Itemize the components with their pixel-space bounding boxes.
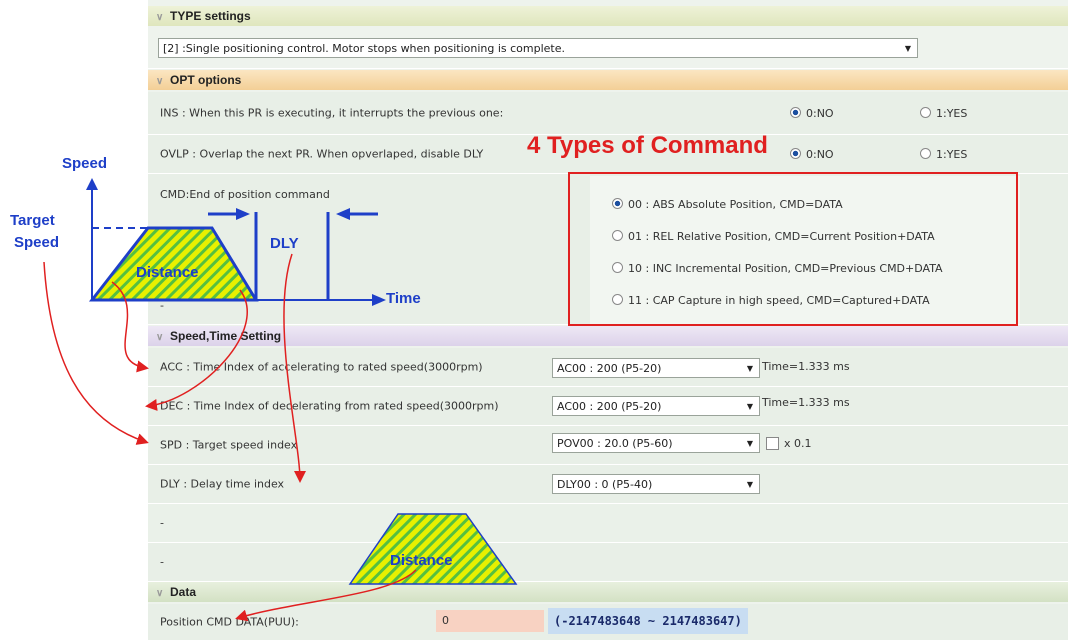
chevron-down-icon: ▼ xyxy=(746,439,753,448)
chevron-down-icon: ▼ xyxy=(746,364,753,373)
dly-select[interactable]: DLY00 : 0 (P5-40) ▼ xyxy=(552,474,760,494)
radio-selected-icon xyxy=(790,107,801,118)
type-select-value: [2] :Single positioning control. Motor s… xyxy=(163,42,566,55)
ovlp-radio-no[interactable]: 0:NO xyxy=(790,148,834,161)
collapse-chevron-icon: ∨ xyxy=(156,588,164,599)
empty-row-2: - xyxy=(148,543,1068,582)
time-axis-label: Time xyxy=(386,290,421,307)
spd-scale-checkbox[interactable] xyxy=(766,437,779,450)
opt-options-header[interactable]: ∨ OPT options xyxy=(148,70,1068,90)
radio-icon xyxy=(920,148,931,159)
empty-row-1: - xyxy=(148,504,1068,543)
cmd-dash: - xyxy=(160,299,164,312)
dec-select[interactable]: AC00 : 200 (P5-20) ▼ xyxy=(552,396,760,416)
dly-label: DLY : Delay time index xyxy=(160,477,285,491)
distance-label-2: Distance xyxy=(390,552,453,569)
opt-options-title: OPT options xyxy=(170,73,242,87)
dly-label-annotation: DLY xyxy=(270,235,299,252)
dec-label: DEC : Time Index of decelerating from ra… xyxy=(160,399,499,413)
collapse-chevron-icon: ∨ xyxy=(156,332,164,343)
radio-selected-icon xyxy=(790,148,801,159)
type-settings-title: TYPE settings xyxy=(170,9,251,23)
target-speed-label-1: Target xyxy=(10,212,55,229)
type-select[interactable]: [2] :Single positioning control. Motor s… xyxy=(158,38,918,58)
ovlp-label: OVLP : Overlap the next PR. When opverla… xyxy=(160,147,484,161)
chevron-down-icon: ▼ xyxy=(746,402,753,411)
ovlp-radio-yes[interactable]: 1:YES xyxy=(920,148,967,161)
position-range: (-2147483648 ~ 2147483647) xyxy=(548,608,748,634)
spd-select[interactable]: POV00 : 20.0 (P5-60) ▼ xyxy=(552,433,760,453)
arrow-to-spd xyxy=(43,261,149,445)
data-title: Data xyxy=(170,585,197,599)
collapse-chevron-icon: ∨ xyxy=(156,76,164,87)
arrow-to-acc xyxy=(111,281,149,373)
cmd-label: CMD:End of position command xyxy=(160,188,330,201)
acc-label: ACC : Time Index of accelerating to rate… xyxy=(160,360,483,374)
ins-radio-no[interactable]: 0:NO xyxy=(790,107,834,120)
spd-label: SPD : Target speed index xyxy=(160,438,298,452)
position-input[interactable]: 0 xyxy=(436,610,544,632)
target-speed-label-2: Speed xyxy=(14,234,60,251)
dec-time-note: Time=1.333 ms xyxy=(762,396,850,409)
cmd-highlight-box xyxy=(568,172,1018,326)
acc-time-note: Time=1.333 ms xyxy=(762,360,850,373)
collapse-chevron-icon: ∨ xyxy=(156,12,164,23)
distance-label: Distance xyxy=(136,264,199,281)
ins-label: INS : When this PR is executing, it inte… xyxy=(160,106,504,120)
speed-time-title: Speed,Time Setting xyxy=(170,329,282,343)
data-header[interactable]: ∨ Data xyxy=(148,582,1068,602)
radio-icon xyxy=(920,107,931,118)
acc-select[interactable]: AC00 : 200 (P5-20) ▼ xyxy=(552,358,760,378)
chevron-down-icon: ▼ xyxy=(904,44,911,53)
spd-scale-label: x 0.1 xyxy=(784,437,812,450)
position-label: Position CMD DATA(PUU): xyxy=(160,615,299,629)
type-settings-row: [2] :Single positioning control. Motor s… xyxy=(148,28,1068,69)
chevron-down-icon: ▼ xyxy=(746,480,753,489)
empty-row-dash: - xyxy=(160,516,164,530)
ins-radio-yes[interactable]: 1:YES xyxy=(920,107,967,120)
empty-row-dash: - xyxy=(160,555,164,569)
speed-axis-arrow-icon xyxy=(86,178,98,190)
speed-axis-label: Speed xyxy=(62,155,108,172)
speed-time-header[interactable]: ∨ Speed,Time Setting xyxy=(148,326,1068,346)
type-settings-header[interactable]: ∨ TYPE settings xyxy=(148,6,1068,26)
four-types-title: 4 Types of Command xyxy=(527,132,768,159)
